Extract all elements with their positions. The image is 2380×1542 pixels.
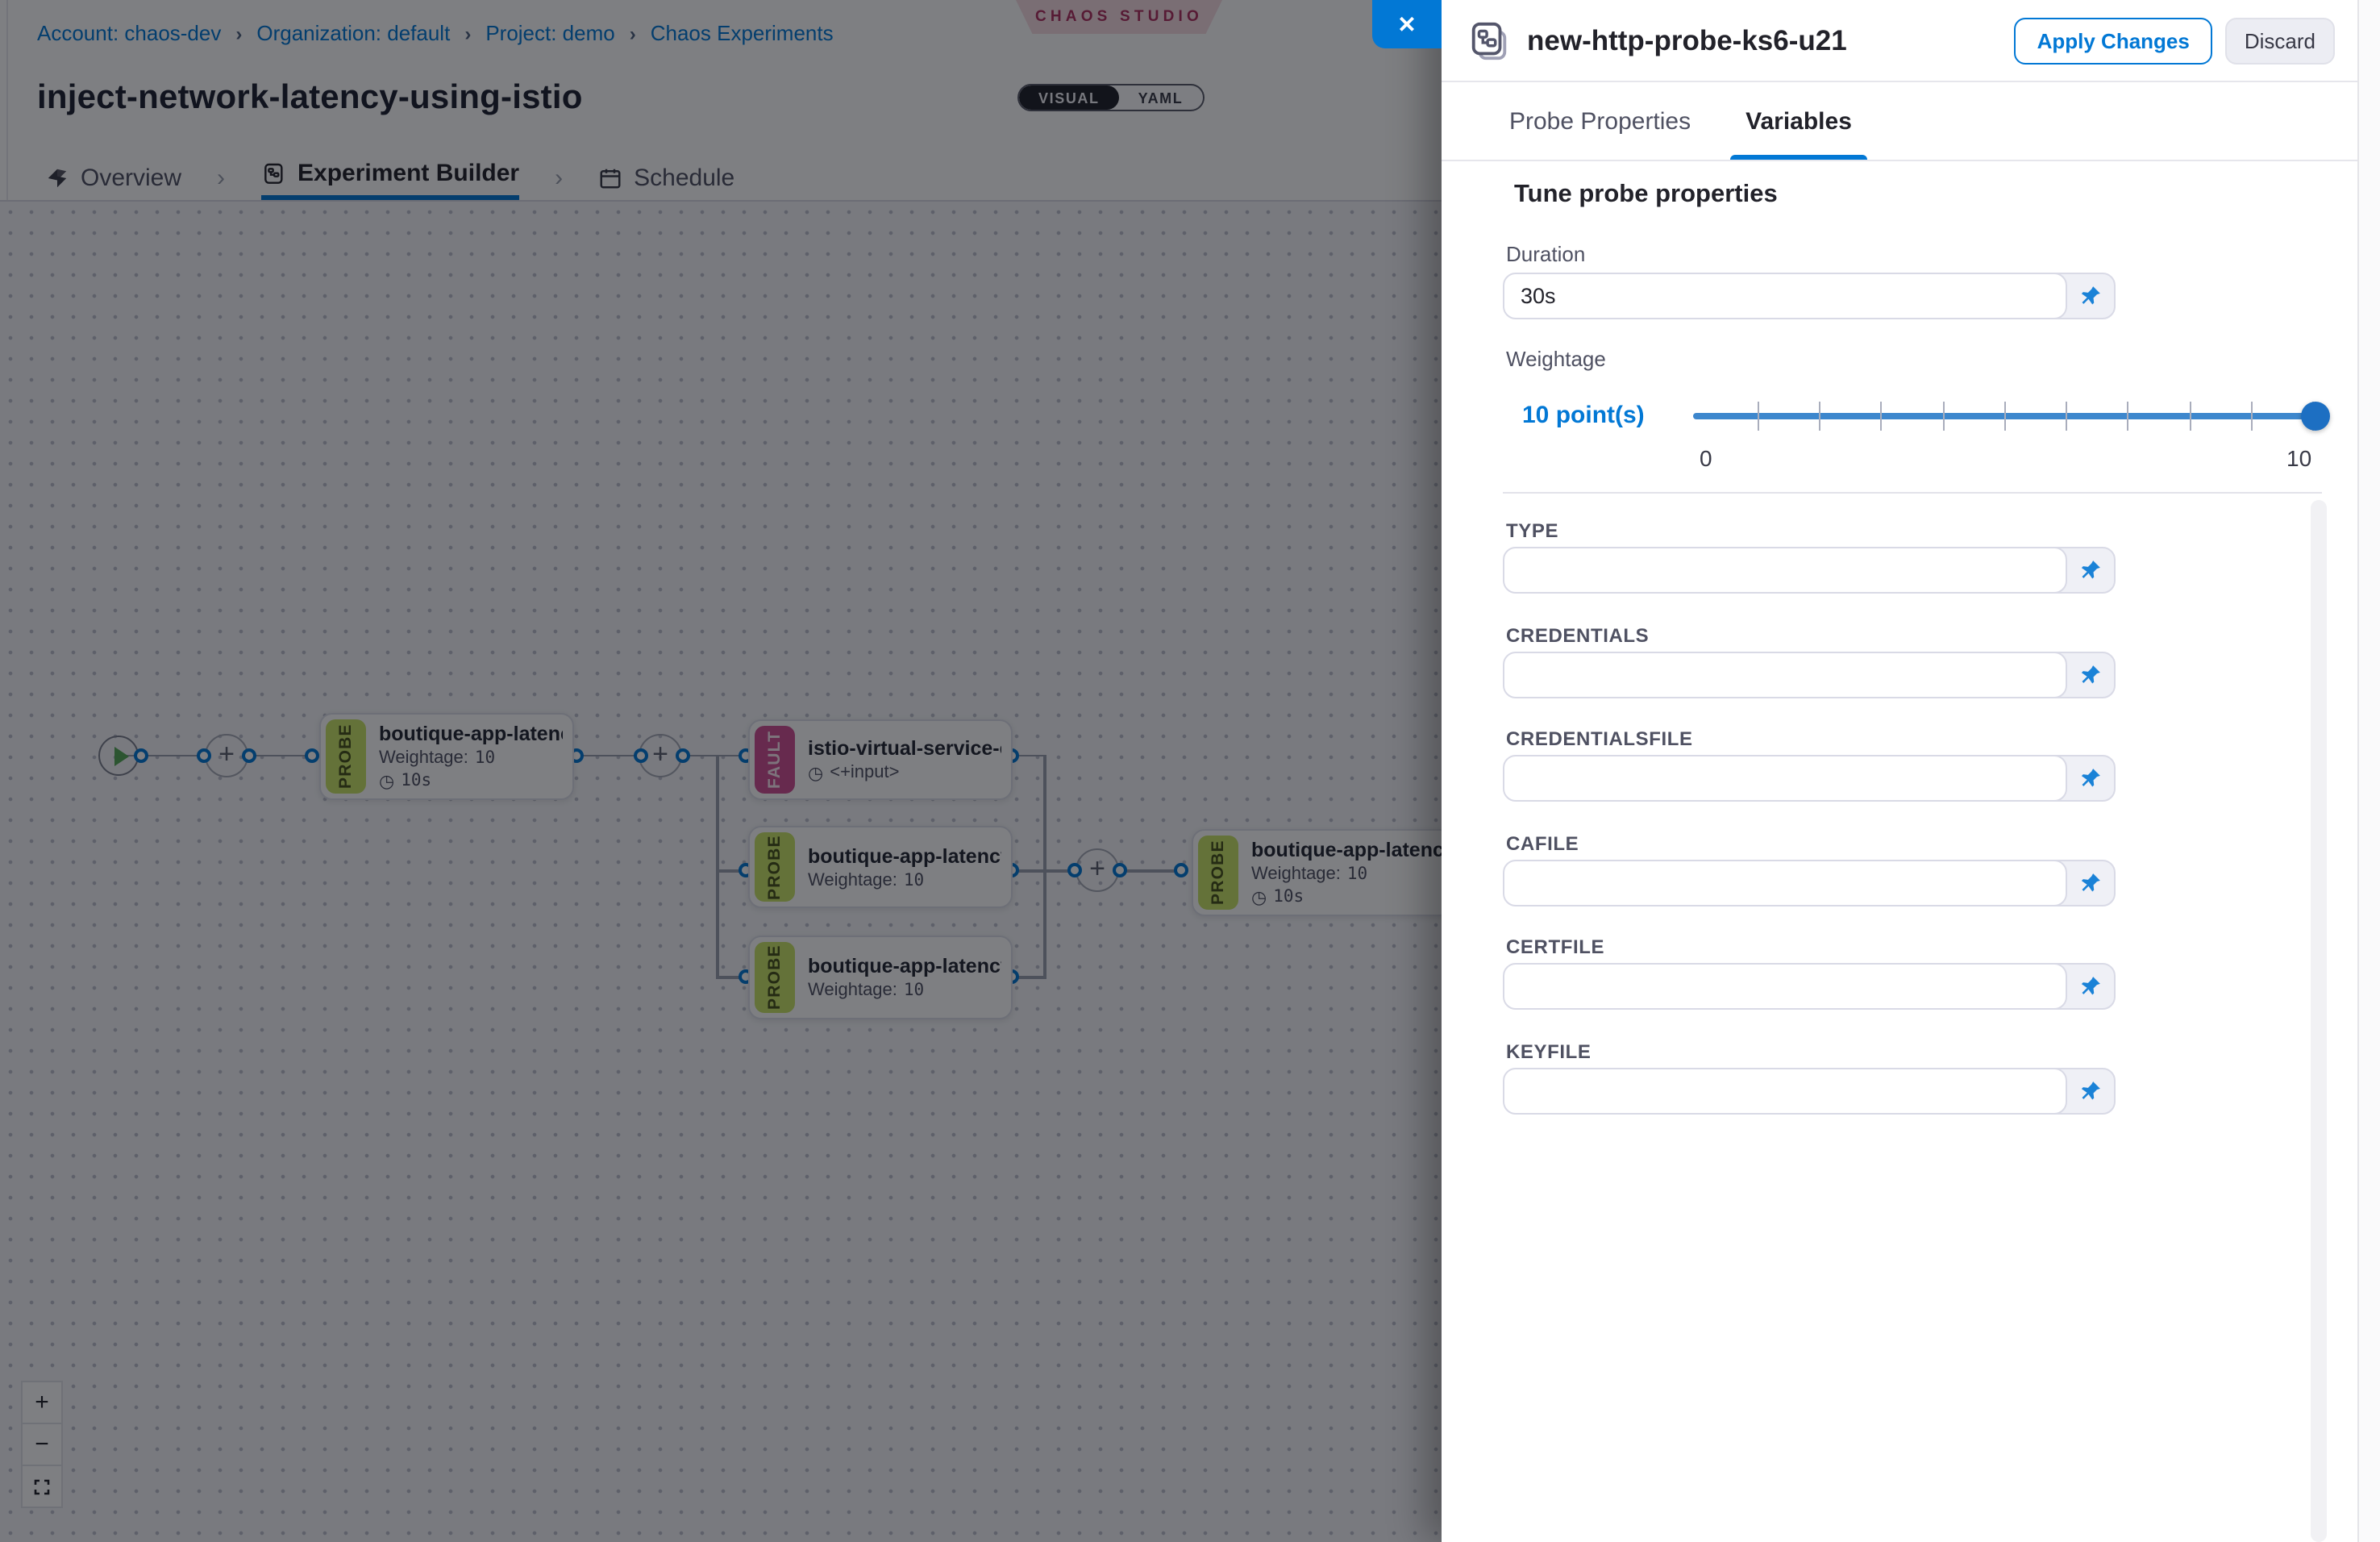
variable-input-group — [1503, 547, 2180, 594]
credentials-input[interactable] — [1503, 652, 2067, 698]
discard-button[interactable]: Discard — [2225, 17, 2335, 64]
slider-handle[interactable] — [2301, 402, 2330, 431]
variable-input-group — [1503, 1068, 2180, 1115]
duration-input-group — [1503, 273, 2180, 319]
section-title: Tune probe properties — [1514, 181, 1778, 210]
variable-label: CREDENTIALSFILE — [1506, 727, 1693, 750]
close-drawer-button[interactable]: ✕ — [1372, 0, 1442, 48]
drawer-actions: Apply Changes Discard — [2015, 17, 2335, 64]
keyfile-input[interactable] — [1503, 1068, 2067, 1115]
weightage-slider[interactable] — [1693, 402, 2317, 431]
certfile-input[interactable] — [1503, 963, 2067, 1010]
weightage-value: 10 point(s) — [1522, 402, 1645, 429]
pin-icon — [2078, 284, 2103, 308]
page-scrollbar[interactable] — [2357, 0, 2380, 1542]
credentialsfile-input[interactable] — [1503, 755, 2067, 802]
tab-probe-properties[interactable]: Probe Properties — [1503, 82, 1697, 160]
variable-input-group — [1503, 860, 2180, 906]
screen: Account: chaos-dev › Organization: defau… — [0, 0, 2380, 1542]
variable-label: CERTFILE — [1506, 936, 1604, 958]
slider-max-label: 10 — [2286, 445, 2311, 471]
variable-input-group — [1503, 652, 2180, 698]
duration-input[interactable] — [1503, 273, 2067, 319]
type-input[interactable] — [1503, 547, 2067, 594]
probe-stack-icon — [1467, 19, 1511, 62]
variable-input-group — [1503, 963, 2180, 1010]
drawer-tabbar: Probe Properties Variables — [1442, 82, 2380, 161]
slider-ticks — [1758, 402, 2314, 431]
duration-label: Duration — [1506, 242, 1585, 266]
pin-icon — [2078, 558, 2103, 582]
probe-name-title: new-http-probe-ks6-u21 — [1527, 23, 1847, 57]
variable-label: CREDENTIALS — [1506, 624, 1649, 647]
pin-icon — [2078, 871, 2103, 895]
variable-input-group — [1503, 755, 2180, 802]
modal-overlay[interactable] — [0, 0, 1442, 1542]
pin-icon — [2078, 974, 2103, 998]
variables-scrollbar[interactable] — [2311, 500, 2327, 1542]
pin-icon — [2078, 766, 2103, 790]
variable-label: TYPE — [1506, 519, 1558, 542]
drawer-body: Tune probe properties Duration Weightage… — [1442, 161, 2380, 1542]
pin-icon — [2078, 1079, 2103, 1103]
cafile-input[interactable] — [1503, 860, 2067, 906]
apply-changes-button[interactable]: Apply Changes — [2015, 17, 2212, 64]
variable-label: KEYFILE — [1506, 1040, 1592, 1063]
tab-variables[interactable]: Variables — [1739, 82, 1858, 160]
section-divider — [1503, 492, 2322, 494]
variable-label: CAFILE — [1506, 832, 1579, 855]
probe-config-drawer: ✕ new-http-probe-ks6-u21 Apply Changes D… — [1442, 0, 2380, 1542]
slider-min-label: 0 — [1700, 445, 1712, 471]
drawer-header: new-http-probe-ks6-u21 Apply Changes Dis… — [1442, 0, 2380, 82]
pin-icon — [2078, 663, 2103, 687]
weightage-label: Weightage — [1506, 347, 1606, 371]
